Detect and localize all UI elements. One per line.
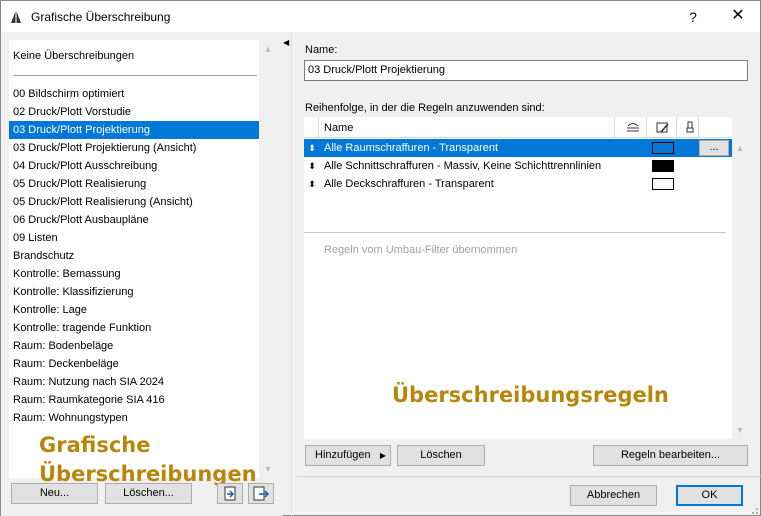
title-bar: Grafische Überschreibung ? ✕ <box>1 1 760 32</box>
list-item[interactable]: Kontrolle: Klassifizierung <box>9 283 259 301</box>
override-items: 00 Bildschirm optimiert 02 Druck/Plott Vo… <box>9 85 259 427</box>
header-divider <box>318 117 319 138</box>
new-button[interactable]: Neu... <box>11 483 98 504</box>
header-divider <box>698 117 699 138</box>
close-button[interactable]: ✕ <box>725 5 751 27</box>
rule-name: Alle Schnittschraffuren - Massiv, Keine … <box>324 160 602 172</box>
scroll-down-icon[interactable]: ▼ <box>735 425 745 435</box>
dialog-window: Grafische Überschreibung ? ✕ Keine Übers… <box>0 0 761 516</box>
rule-row[interactable]: ⬍ Alle Deckschraffuren - Transparent <box>304 175 732 193</box>
list-item[interactable]: Raum: Raumkategorie SIA 416 <box>9 391 259 409</box>
list-item[interactable]: Raum: Bodenbeläge <box>9 337 259 355</box>
rules-divider <box>304 232 726 233</box>
rule-row[interactable]: ⬍ Alle Raumschraffuren - Transparent... <box>304 139 732 157</box>
collapse-panel-icon[interactable]: ◀ <box>283 38 289 47</box>
fill-swatch <box>652 178 674 190</box>
list-scrollbar[interactable]: ▲ ▼ <box>260 40 276 478</box>
delete-override-button[interactable]: Löschen... <box>105 483 192 504</box>
list-item[interactable]: 00 Bildschirm optimiert <box>9 85 259 103</box>
fill-swatch <box>652 160 674 172</box>
list-item[interactable]: 05 Druck/Plott Realisierung (Ansicht) <box>9 193 259 211</box>
list-item[interactable]: Raum: Nutzung nach SIA 2024 <box>9 373 259 391</box>
column-header-name[interactable]: Name <box>324 122 353 134</box>
overlay-label-grafische-ueberschreibungen: Grafische Überschreibungen <box>39 431 257 489</box>
rule-name: Alle Raumschraffuren - Transparent <box>324 142 499 154</box>
rule-row[interactable]: ⬍ Alle Schnittschraffuren - Massiv, Keine… <box>304 157 732 175</box>
umbau-filter-rules-text: Regeln vom Umbau-Filter übernommen <box>324 244 518 256</box>
window-title: Grafische Überschreibung <box>31 10 171 24</box>
order-label: Reihenfolge, in der die Regeln anzuwende… <box>305 102 545 114</box>
drag-handle-icon[interactable]: ⬍ <box>307 157 317 175</box>
header-divider <box>646 117 647 138</box>
import-button[interactable] <box>217 483 243 504</box>
export-button[interactable] <box>248 483 274 504</box>
hatch-pattern-icon <box>627 123 639 132</box>
list-item-no-override[interactable]: Keine Überschreibungen <box>13 50 134 62</box>
edit-rules-button[interactable]: Regeln bearbeiten... <box>593 445 748 466</box>
list-item[interactable]: 03 Druck/Plott Projektierung <box>9 121 259 139</box>
panel-divider <box>291 32 292 516</box>
list-item[interactable]: 02 Druck/Plott Vorstudie <box>9 103 259 121</box>
drag-handle-icon[interactable]: ⬍ <box>307 175 317 193</box>
delete-rule-button[interactable]: Löschen <box>397 445 485 466</box>
add-rule-button[interactable]: Hinzufügen ▶ <box>305 445 391 466</box>
app-logo-icon <box>11 10 21 23</box>
header-divider <box>676 117 677 138</box>
scroll-down-icon[interactable]: ▼ <box>263 464 273 474</box>
rule-options-button[interactable]: ... <box>699 140 729 156</box>
header-divider <box>614 117 615 138</box>
list-item[interactable]: 06 Druck/Plott Ausbaupläne <box>9 211 259 229</box>
override-list[interactable]: Keine Überschreibungen 00 Bildschirm opt… <box>9 40 259 486</box>
rule-name: Alle Deckschraffuren - Transparent <box>324 178 494 190</box>
list-item[interactable]: Raum: Deckenbeläge <box>9 355 259 373</box>
name-input[interactable]: 03 Druck/Plott Projektierung <box>304 60 748 81</box>
rules-panel: Name: 03 Druck/Plott Projektierung Reihe… <box>297 32 761 516</box>
name-label: Name: <box>305 44 338 56</box>
scroll-up-icon[interactable]: ▲ <box>263 44 273 54</box>
list-item[interactable]: Raum: Wohnungstypen <box>9 409 259 427</box>
list-item[interactable]: 05 Druck/Plott Realisierung <box>9 175 259 193</box>
list-item[interactable]: 04 Druck/Plott Ausschreibung <box>9 157 259 175</box>
fill-pen-icon <box>656 122 669 133</box>
overlay-label-ueberschreibungsregeln: Überschreibungsregeln <box>392 383 669 407</box>
footer-divider <box>297 476 761 477</box>
rules-table[interactable]: Name ⬍ Alle Raumschraffuren - Transparen… <box>304 117 732 439</box>
override-list-panel: Keine Überschreibungen 00 Bildschirm opt… <box>1 32 283 516</box>
rules-scrollbar[interactable]: ▲ ▼ <box>732 138 748 439</box>
list-item[interactable]: Brandschutz <box>9 247 259 265</box>
list-item[interactable]: 03 Druck/Plott Projektierung (Ansicht) <box>9 139 259 157</box>
resize-grip-icon[interactable] <box>749 505 759 515</box>
list-item[interactable]: Kontrolle: tragende Funktion <box>9 319 259 337</box>
overlay-line-1: Grafische <box>39 433 151 457</box>
list-item[interactable]: 09 Listen <box>9 229 259 247</box>
fill-swatch <box>652 142 674 154</box>
add-rule-label: Hinzufügen <box>315 449 371 461</box>
help-button[interactable]: ? <box>681 7 705 27</box>
list-item[interactable]: Kontrolle: Lage <box>9 301 259 319</box>
list-divider <box>13 75 257 76</box>
background-pen-icon <box>686 121 694 133</box>
import-icon <box>224 486 236 501</box>
cancel-button[interactable]: Abbrechen <box>570 485 657 506</box>
list-item[interactable]: Kontrolle: Bemassung <box>9 265 259 283</box>
drag-handle-icon[interactable]: ⬍ <box>307 139 317 157</box>
dropdown-arrow-icon: ▶ <box>379 451 386 460</box>
ok-button[interactable]: OK <box>676 485 743 506</box>
scroll-up-icon[interactable]: ▲ <box>735 143 745 153</box>
export-icon <box>253 486 270 501</box>
rules-header: Name <box>304 117 732 138</box>
